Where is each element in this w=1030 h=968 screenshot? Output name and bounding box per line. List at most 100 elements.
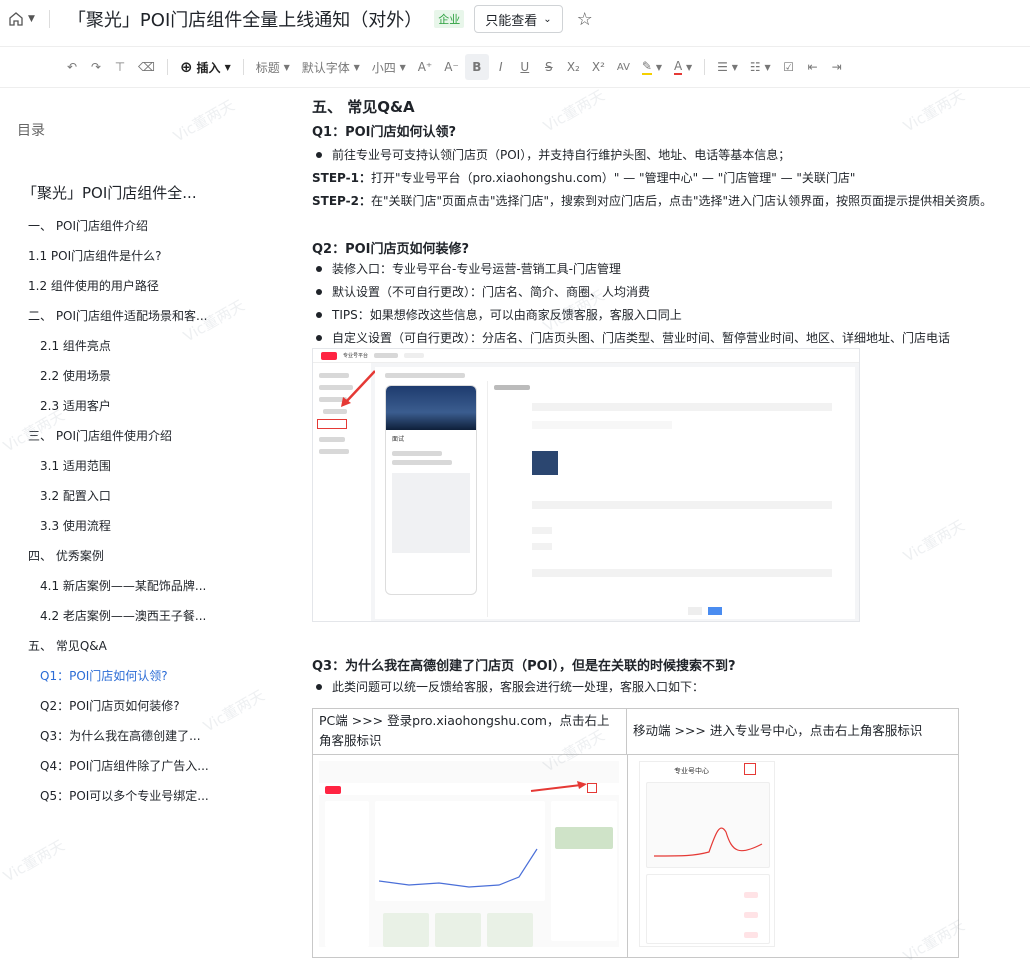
toc-item[interactable]: 一、 POI门店组件介绍 xyxy=(0,210,290,240)
card xyxy=(435,913,481,947)
platform-name: 专业号平台 xyxy=(343,353,369,359)
star-icon[interactable]: ☆ xyxy=(577,9,593,30)
toc-item[interactable]: 4.1 新店案例——某配饰品牌... xyxy=(0,570,290,600)
strikethrough-button[interactable]: S xyxy=(537,54,561,80)
chevron-down-icon: ▼ xyxy=(283,62,290,72)
decrease-font-icon[interactable]: A⁻ xyxy=(438,54,465,80)
list-item: 默认设置（不可自行更改）：门店名、简介、商圈、人均消费 xyxy=(312,283,650,300)
font-dropdown[interactable]: 默认字体 ▼ xyxy=(296,54,366,80)
step2-text: 在"关联门店"页面点击"选择门店"，搜索到对应门店后，点击"选择"进入门店认领界… xyxy=(370,194,993,208)
superscript-button[interactable]: X² xyxy=(586,54,611,80)
list-item-text: TIPS：如果想修改这些信息，可以由商家反馈客服，客服入口同上 xyxy=(332,308,682,322)
content-placeholder xyxy=(392,473,470,553)
mobile-screenshot: 专业号中心 xyxy=(639,761,775,947)
bullet-icon xyxy=(316,334,322,341)
indent-icon[interactable]: ⇥ xyxy=(825,54,849,80)
italic-button[interactable]: I xyxy=(489,54,513,80)
toc-item[interactable]: Q1：POI门店如何认领? xyxy=(0,660,290,690)
letter-spacing-button[interactable]: AV xyxy=(611,54,636,80)
redo-icon[interactable]: ↷ xyxy=(84,54,108,80)
toc-item[interactable]: 2.3 适用客户 xyxy=(0,390,290,420)
table-cell-pc: PC端 >>> 登录pro.xiaohongshu.com，点击右上角客服标识 xyxy=(313,709,627,755)
toc-item[interactable]: Q4：POI门店组件除了广告入... xyxy=(0,750,290,780)
toc-item[interactable]: 五、 常见Q&A xyxy=(0,630,290,660)
info-line xyxy=(392,451,442,456)
toc-item[interactable]: 2.2 使用场景 xyxy=(0,360,290,390)
q1-heading: Q1：POI门店如何认领? xyxy=(312,125,457,140)
subscript-button[interactable]: X₂ xyxy=(561,54,586,80)
list-item-text: 此类问题可以统一反馈给客服，客服会进行统一处理，客服入口如下： xyxy=(332,680,705,694)
underline-button[interactable]: U xyxy=(513,54,537,80)
toc-item[interactable]: 3.2 配置入口 xyxy=(0,480,290,510)
chevron-down-icon: ⌄ xyxy=(543,13,552,25)
menu-item xyxy=(319,449,349,454)
toc-item[interactable]: 3.3 使用流程 xyxy=(0,510,290,540)
font-size-dropdown[interactable]: 小四 ▼ xyxy=(366,54,412,80)
eraser-icon[interactable]: ⌫ xyxy=(132,54,161,80)
list-item: TIPS：如果想修改这些信息，可以由商家反馈客服，客服入口同上 xyxy=(312,306,682,323)
bullet-icon xyxy=(316,151,322,158)
highlight-box xyxy=(744,763,756,775)
step2-line: STEP-2：在"关联门店"页面点击"选择门店"，搜索到对应门店后，点击"选择"… xyxy=(312,192,992,209)
table-divider xyxy=(627,755,628,958)
section-heading: 五、 常见Q&A xyxy=(312,98,415,116)
toc-item[interactable]: 1.1 POI门店组件是什么? xyxy=(0,240,290,270)
toc-root-item[interactable]: 「聚光」POI门店组件全... xyxy=(0,174,290,210)
document-title: 「聚光」POI门店组件全量上线通知（对外） xyxy=(67,10,423,31)
toc-item[interactable]: 三、 POI门店组件使用介绍 xyxy=(0,420,290,450)
enterprise-badge: 企业 xyxy=(434,10,465,28)
thumbnail xyxy=(532,451,558,475)
table-of-contents: 目录 「聚光」POI门店组件全... 一、 POI门店组件介绍 1.1 POI门店… xyxy=(0,90,290,968)
highlight-icon[interactable]: ✎ ▼ xyxy=(636,54,668,80)
watermark: Vic董两天 xyxy=(900,86,968,136)
toc-item[interactable]: 2.1 组件亮点 xyxy=(0,330,290,360)
card xyxy=(383,913,429,947)
bullet-icon xyxy=(316,288,322,295)
trend-chart xyxy=(379,848,538,888)
toc-item[interactable]: 二、 POI门店组件适配场景和客... xyxy=(0,300,290,330)
badge xyxy=(744,892,758,898)
toc-item[interactable]: 3.1 适用范围 xyxy=(0,450,290,480)
bullet-icon xyxy=(316,683,322,690)
numbered-list-icon[interactable]: ☷ ▼ xyxy=(744,54,777,80)
insert-button[interactable]: ⊕ 插入 ▼ xyxy=(174,54,237,80)
undo-icon[interactable]: ↶ xyxy=(60,54,84,80)
tab-bar xyxy=(374,353,399,358)
badge xyxy=(744,912,758,918)
step2-label: STEP-2： xyxy=(312,194,371,208)
form-title xyxy=(494,385,530,390)
font-label: 默认字体 xyxy=(301,60,350,75)
outdent-icon[interactable]: ⇤ xyxy=(801,54,825,80)
home-button[interactable]: ▼ xyxy=(8,11,35,27)
format-painter-icon[interactable]: ⊤ xyxy=(108,54,132,80)
store-decoration-screenshot: 专业号平台 面试 xyxy=(312,348,860,622)
checklist-icon[interactable]: ☑ xyxy=(777,54,801,80)
toc-heading: 目录 xyxy=(17,123,45,139)
chevron-down-icon: ▼ xyxy=(224,62,231,72)
mobile-title: 专业号中心 xyxy=(674,767,709,775)
toc-item[interactable]: Q2：POI门店页如何装修? xyxy=(0,690,290,720)
toc-item[interactable]: 1.2 组件使用的用户路径 xyxy=(0,270,290,300)
logo xyxy=(321,351,337,360)
badge xyxy=(744,932,758,938)
heading-dropdown[interactable]: 标题 ▼ xyxy=(250,54,296,80)
step1-text: 打开"专业号平台（pro.xiaohongshu.com）" — "管理中心" … xyxy=(370,171,856,185)
plus-circle-icon: ⊕ xyxy=(179,58,193,76)
bold-button[interactable]: B xyxy=(464,54,489,80)
toc-item[interactable]: Q3：为什么我在高德创建了... xyxy=(0,720,290,750)
pc-right-panel xyxy=(551,801,617,941)
trend-chart xyxy=(654,827,763,857)
list-item-text: 前往专业号可支持认领门店页（POI），并支持自行维护头图、地址、电话等基本信息； xyxy=(332,148,791,162)
step1-label: STEP-1： xyxy=(312,171,371,185)
toc-item[interactable]: 四、 优秀案例 xyxy=(0,540,290,570)
bullet-list-icon[interactable]: ☰ ▼ xyxy=(711,54,744,80)
toc-item[interactable]: Q5：POI可以多个专业号绑定... xyxy=(0,780,290,810)
form-field xyxy=(532,569,832,577)
font-color-icon[interactable]: A ▼ xyxy=(668,54,698,80)
view-mode-dropdown[interactable]: 只能查看 ⌄ xyxy=(474,5,563,33)
toc-item[interactable]: 4.2 老店案例——澳西王子餐... xyxy=(0,600,290,630)
store-editor: 面试 xyxy=(375,367,855,619)
list-item: 装修入口：专业号平台-专业号运营-营销工具-门店管理 xyxy=(312,260,621,277)
increase-font-icon[interactable]: A⁺ xyxy=(412,54,439,80)
home-icon xyxy=(9,12,23,26)
